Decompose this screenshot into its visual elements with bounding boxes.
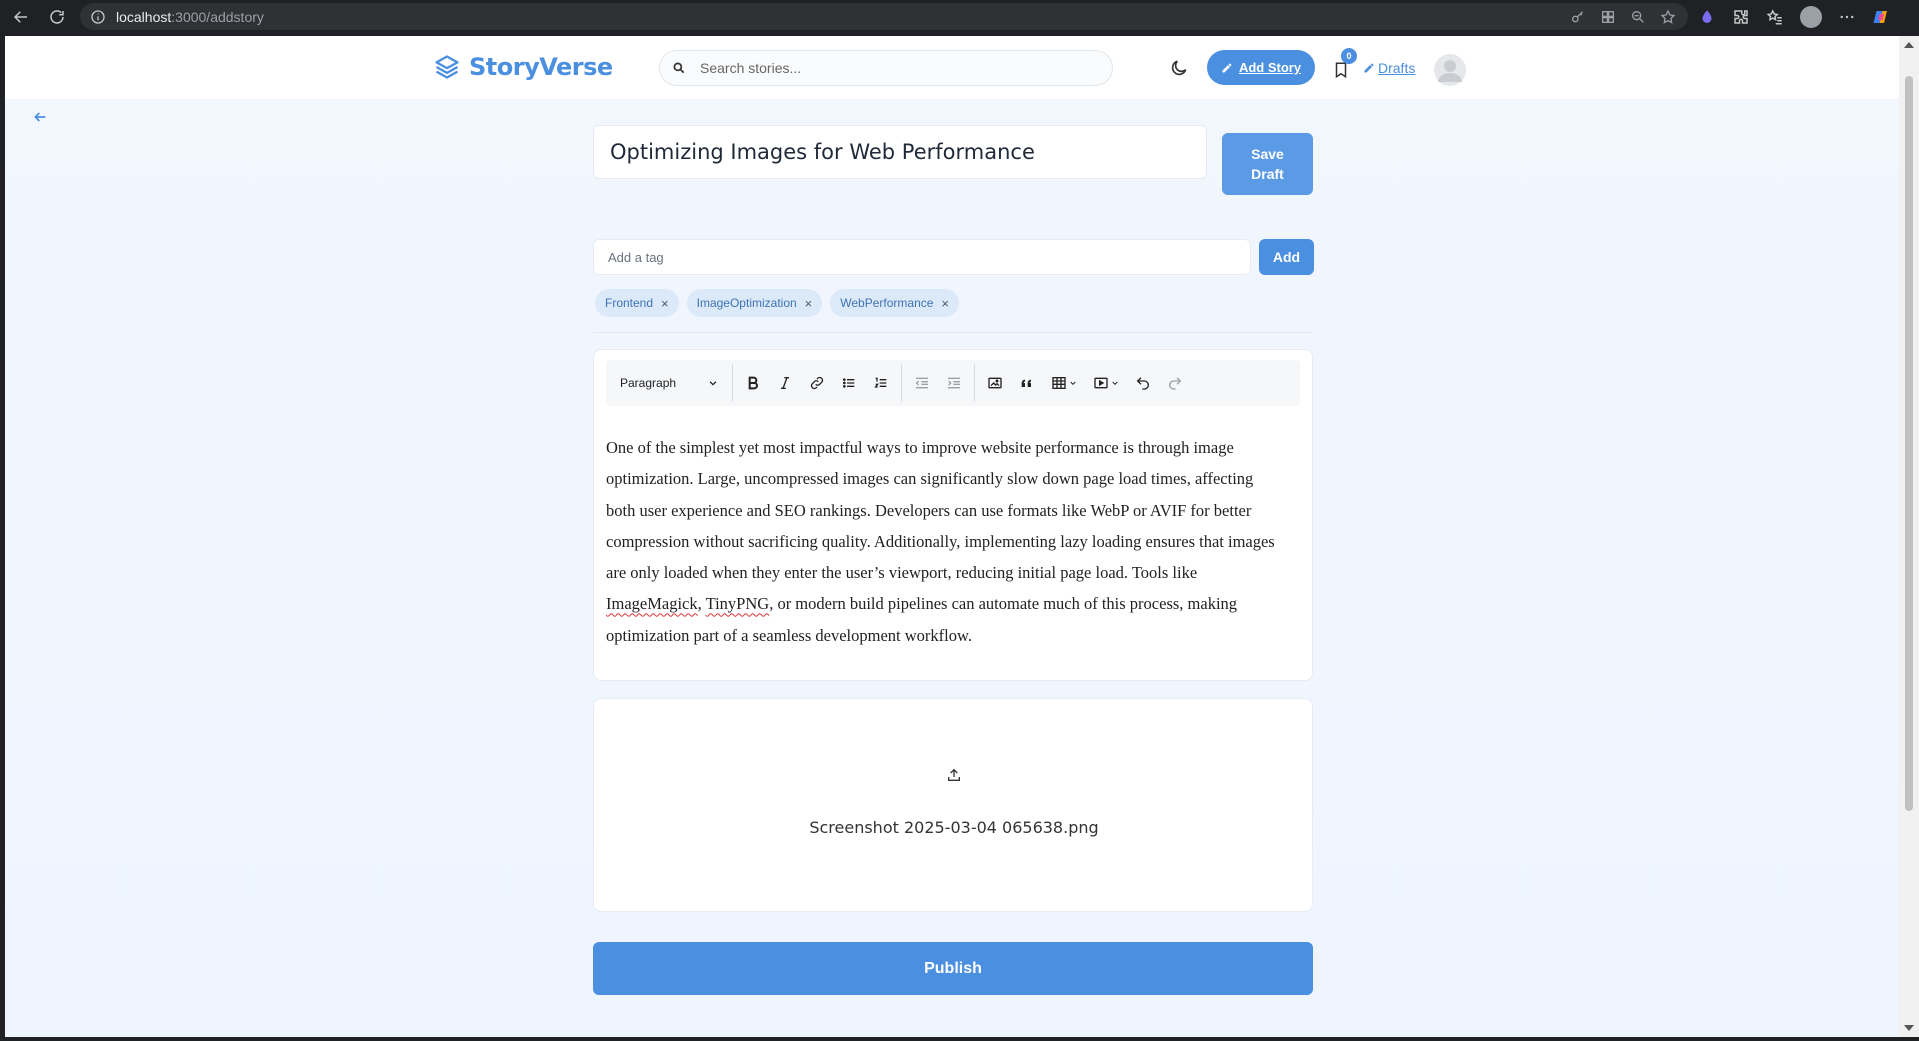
undo-button[interactable] <box>1127 368 1159 398</box>
numbered-list-icon <box>874 377 887 388</box>
user-avatar[interactable] <box>1434 54 1466 86</box>
tag-chip: WebPerformance × <box>830 289 960 317</box>
editor-toolbar: Paragraph <box>606 360 1300 406</box>
extensions-icon[interactable] <box>1732 8 1750 26</box>
save-draft-button[interactable]: Save Draft <box>1222 133 1313 195</box>
tag-chip: Frontend × <box>595 289 679 317</box>
apps-icon[interactable] <box>1600 9 1616 25</box>
add-story-label: Add Story <box>1238 60 1302 75</box>
moon-icon[interactable] <box>1169 58 1189 78</box>
numbered-list-button[interactable] <box>865 368 897 398</box>
app-header: StoryVerse Add Story 0 Drafts <box>5 36 1899 99</box>
upload-icon <box>948 768 960 781</box>
pencil-icon <box>1222 63 1232 72</box>
tag-input[interactable]: Add a tag <box>593 239 1251 275</box>
editor-content[interactable]: One of the simplest yet most impactful w… <box>606 432 1286 651</box>
layers-icon <box>435 55 459 79</box>
bullet-list-button[interactable] <box>833 368 865 398</box>
italic-icon <box>781 377 789 389</box>
browser-toolbar: localhost:3000/addstory <box>0 0 1919 33</box>
search-icon <box>673 62 685 74</box>
insert-media-button[interactable] <box>1085 368 1127 398</box>
favorite-star-icon[interactable] <box>1660 8 1676 25</box>
chevron-down-icon <box>1112 381 1118 386</box>
bold-icon <box>748 376 758 390</box>
outdent-icon <box>915 377 928 389</box>
undo-icon <box>1136 377 1149 390</box>
copilot-icon[interactable] <box>1872 8 1890 26</box>
redo-icon <box>1169 377 1182 390</box>
publish-button[interactable]: Publish <box>593 942 1313 995</box>
bold-button[interactable] <box>737 368 769 398</box>
brand-logo[interactable]: StoryVerse <box>433 53 613 81</box>
bookmark-count-badge: 0 <box>1341 48 1357 64</box>
outdent-button[interactable] <box>906 368 938 398</box>
remove-tag-icon[interactable]: × <box>805 296 813 311</box>
search-input[interactable] <box>700 60 1080 76</box>
link-icon <box>810 376 824 390</box>
italic-button[interactable] <box>769 368 801 398</box>
profile-avatar[interactable] <box>1800 5 1822 28</box>
indent-button[interactable] <box>938 368 970 398</box>
uploaded-file-name: Screenshot 2025-03-04 065638.png <box>809 818 1099 837</box>
rich-text-editor: Paragraph One of the simplest yet most i… <box>593 349 1313 681</box>
tag-label: WebPerformance <box>840 296 934 310</box>
story-title: Optimizing Images for Web Performance <box>610 140 1035 164</box>
toolbar-separator <box>732 364 733 402</box>
scroll-down-arrow[interactable] <box>1904 1025 1914 1031</box>
indent-icon <box>948 377 960 389</box>
drafts-link[interactable]: Drafts <box>1363 60 1415 76</box>
brand-name: StoryVerse <box>469 53 613 81</box>
drop-icon[interactable] <box>1698 8 1716 26</box>
toolbar-separator <box>974 364 975 402</box>
blockquote-button[interactable] <box>1011 368 1043 398</box>
chevron-down-icon <box>709 381 717 386</box>
back-icon[interactable] <box>6 2 36 32</box>
scrollbar-thumb[interactable] <box>1905 76 1913 811</box>
address-bar[interactable]: localhost:3000/addstory <box>80 3 1688 30</box>
tag-label: ImageOptimization <box>696 296 797 310</box>
divider <box>593 332 1313 333</box>
info-icon[interactable] <box>90 9 106 25</box>
quote-icon <box>1021 379 1031 387</box>
story-title-input[interactable]: Optimizing Images for Web Performance <box>593 125 1207 179</box>
body-text: , <box>697 594 706 614</box>
scroll-up-arrow[interactable] <box>1904 42 1914 48</box>
scrollbar[interactable] <box>1899 36 1919 1037</box>
add-tag-button[interactable]: Add <box>1259 239 1314 275</box>
spellcheck-word: ImageMagick <box>606 594 698 614</box>
insert-image-button[interactable] <box>979 368 1011 398</box>
image-upload-dropzone[interactable]: Screenshot 2025-03-04 065638.png <box>593 698 1313 912</box>
tag-label: Frontend <box>605 296 654 310</box>
url-text: localhost:3000/addstory <box>116 8 264 25</box>
bullet-list-icon <box>843 378 855 388</box>
block-type-select[interactable]: Paragraph <box>606 368 728 398</box>
insert-table-button[interactable] <box>1043 368 1085 398</box>
chevron-down-icon <box>1070 381 1076 386</box>
table-icon <box>1052 377 1066 389</box>
more-menu-icon[interactable] <box>1838 8 1856 26</box>
zoom-icon[interactable] <box>1630 9 1646 25</box>
favorites-icon[interactable] <box>1766 8 1784 26</box>
toolbar-separator <box>901 364 902 402</box>
remove-tag-icon[interactable]: × <box>661 296 669 311</box>
tag-list: Frontend × ImageOptimization × WebPerfor… <box>595 289 960 317</box>
media-icon <box>1094 377 1108 389</box>
tag-chip: ImageOptimization × <box>686 289 823 317</box>
reload-icon[interactable] <box>42 2 72 32</box>
back-arrow-icon[interactable] <box>32 109 48 125</box>
drafts-label: Drafts <box>1378 60 1416 76</box>
block-type-label: Paragraph <box>620 376 677 390</box>
pencil-icon <box>1364 63 1374 73</box>
add-story-button[interactable]: Add Story <box>1207 50 1315 85</box>
page-viewport: StoryVerse Add Story 0 Drafts Optimizing… <box>5 36 1899 1037</box>
image-icon <box>988 377 1002 389</box>
spellcheck-word: TinyPNG <box>705 594 770 614</box>
link-button[interactable] <box>801 368 833 398</box>
redo-button[interactable] <box>1159 368 1191 398</box>
remove-tag-icon[interactable]: × <box>941 296 949 311</box>
body-text: One of the simplest yet most impactful w… <box>606 438 1275 583</box>
search-bar <box>659 50 1113 86</box>
key-icon[interactable] <box>1570 9 1586 25</box>
